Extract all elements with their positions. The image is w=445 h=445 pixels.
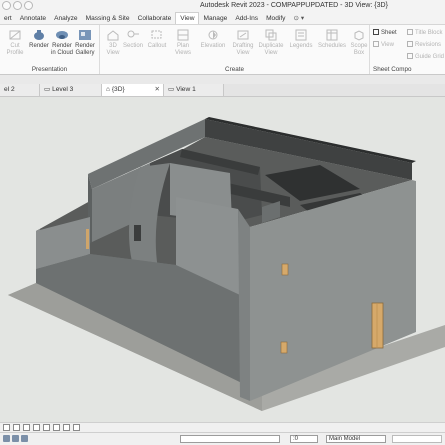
tab-insert[interactable]: ert bbox=[0, 13, 16, 24]
sheet-button[interactable]: Sheet bbox=[373, 29, 397, 36]
status-bar: :0 Main Model bbox=[0, 432, 445, 445]
schedules-icon bbox=[326, 29, 338, 41]
callout-button[interactable]: Callout bbox=[146, 28, 168, 50]
house-3d-icon bbox=[107, 30, 119, 41]
design-options-icon[interactable] bbox=[12, 435, 19, 442]
reveal-hidden-icon[interactable] bbox=[73, 424, 80, 431]
cloud-teapot-icon bbox=[56, 31, 68, 39]
floor-plan-icon: ▭ bbox=[44, 86, 53, 93]
panel-sheet-composition: Sheet View Title Block Revisions Guide G… bbox=[370, 25, 445, 74]
revisions-button[interactable]: Revisions bbox=[407, 41, 441, 48]
panel-title-create: Create bbox=[225, 66, 244, 73]
legends-button[interactable]: Legends bbox=[288, 28, 314, 50]
guide-grid-icon bbox=[407, 53, 413, 59]
teapot-icon bbox=[34, 30, 44, 40]
ribbon-tab-bar: ert Annotate Analyze Massing & Site Coll… bbox=[0, 12, 445, 24]
interior-door-opening bbox=[134, 225, 141, 241]
sheet-icon bbox=[373, 29, 379, 35]
tab-add-ins[interactable]: Add-Ins bbox=[231, 13, 262, 24]
render-gallery-button[interactable]: Render Gallery bbox=[74, 28, 96, 57]
elevation-button[interactable]: Elevation bbox=[200, 28, 226, 50]
tab-view[interactable]: View bbox=[175, 12, 200, 24]
undo-icon[interactable] bbox=[13, 1, 22, 10]
panel-title-sheet-composition: Sheet Compo bbox=[373, 66, 412, 73]
callout-icon bbox=[151, 30, 162, 39]
title-block-button[interactable]: Title Block bbox=[407, 29, 442, 36]
shadows-icon[interactable] bbox=[43, 424, 50, 431]
view-icon bbox=[373, 41, 379, 47]
duplicate-icon bbox=[265, 29, 277, 41]
detail-level-icon[interactable] bbox=[13, 424, 20, 431]
workset-icon[interactable] bbox=[3, 435, 10, 442]
tab-annotate[interactable]: Annotate bbox=[16, 13, 50, 24]
editable-only-icon[interactable] bbox=[21, 435, 28, 442]
drafting-view-button[interactable]: Drafting View bbox=[230, 28, 256, 57]
filter-icon[interactable] bbox=[392, 435, 442, 443]
scope-box-icon bbox=[354, 30, 364, 41]
section-button[interactable]: Section bbox=[122, 28, 144, 50]
interior-door bbox=[86, 229, 89, 249]
tab-modify[interactable]: Modify bbox=[262, 13, 289, 24]
quick-access-toolbar bbox=[2, 1, 33, 10]
exterior-door bbox=[371, 302, 384, 349]
drafting-icon bbox=[237, 30, 249, 40]
tab-massing-site[interactable]: Massing & Site bbox=[82, 13, 134, 24]
visual-style-icon[interactable] bbox=[23, 424, 30, 431]
section-icon bbox=[127, 30, 139, 38]
view-button[interactable]: View bbox=[373, 41, 394, 48]
status-icons bbox=[3, 435, 28, 442]
crop-view-icon[interactable] bbox=[53, 424, 60, 431]
window-lower bbox=[280, 341, 288, 354]
temporary-hide-icon[interactable] bbox=[63, 424, 70, 431]
gallery-icon bbox=[79, 30, 91, 40]
view-tab-view-1[interactable]: ▭ View 1 bbox=[164, 84, 224, 96]
window-upper bbox=[281, 263, 289, 276]
revisions-icon bbox=[407, 41, 413, 47]
panel-title-presentation: Presentation bbox=[31, 66, 68, 73]
plan-views-icon bbox=[177, 29, 189, 41]
zero-readout: :0 bbox=[290, 435, 318, 443]
view-control-bar bbox=[0, 422, 445, 432]
sun-path-icon[interactable] bbox=[33, 424, 40, 431]
plan-views-button[interactable]: Plan Views bbox=[172, 28, 194, 57]
panel-create: 3D View Section Callout Plan Views Eleva… bbox=[100, 25, 370, 74]
tab-manage[interactable]: Manage bbox=[199, 13, 231, 24]
exterior-wall-edge bbox=[238, 209, 250, 401]
scale-icon[interactable] bbox=[3, 424, 10, 431]
render-button[interactable]: Render bbox=[28, 28, 50, 50]
view-tab-level-3[interactable]: ▭ Level 3 bbox=[40, 84, 102, 96]
scope-box-button[interactable]: Scope Box bbox=[348, 28, 370, 57]
building-model bbox=[8, 117, 445, 411]
panel-presentation: Cut Profile Render Render in Cloud Rende… bbox=[0, 25, 100, 74]
workset-dropdown[interactable] bbox=[180, 435, 280, 443]
guide-grid-button[interactable]: Guide Grid bbox=[407, 53, 444, 60]
cut-profile-button[interactable]: Cut Profile bbox=[4, 28, 26, 57]
duplicate-view-button[interactable]: Duplicate View bbox=[258, 28, 284, 57]
elevation-icon bbox=[208, 30, 218, 40]
view-tab-bar: el 2 ▭ Level 3 ⌂ {3D} ✕ ▭ View 1 bbox=[0, 84, 445, 97]
tab-analyze[interactable]: Analyze bbox=[50, 13, 81, 24]
window-title: Autodesk Revit 2023 - COMPAPPUPDATED - 3… bbox=[200, 2, 388, 9]
close-tab-icon[interactable]: ✕ bbox=[154, 84, 160, 96]
design-option-dropdown[interactable]: Main Model bbox=[326, 435, 386, 443]
title-block-icon bbox=[407, 29, 413, 35]
drafting-view-icon: ▭ bbox=[168, 86, 177, 93]
view-tab-level-2[interactable]: el 2 bbox=[0, 84, 40, 96]
schedules-button[interactable]: Schedules bbox=[318, 28, 346, 50]
ribbon: Cut Profile Render Render in Cloud Rende… bbox=[0, 24, 445, 75]
legends-icon bbox=[295, 29, 307, 41]
3d-view-canvas[interactable] bbox=[0, 97, 445, 422]
open-icon[interactable] bbox=[2, 1, 11, 10]
redo-icon[interactable] bbox=[24, 1, 33, 10]
render-cloud-button[interactable]: Render in Cloud bbox=[51, 28, 73, 57]
3d-view-button[interactable]: 3D View bbox=[102, 28, 124, 57]
ribbon-options-icon[interactable]: ⊙ ▾ bbox=[289, 13, 308, 24]
view-tab-3d[interactable]: ⌂ {3D} ✕ bbox=[102, 84, 164, 96]
cut-profile-icon bbox=[9, 30, 21, 40]
tab-collaborate[interactable]: Collaborate bbox=[134, 13, 176, 24]
